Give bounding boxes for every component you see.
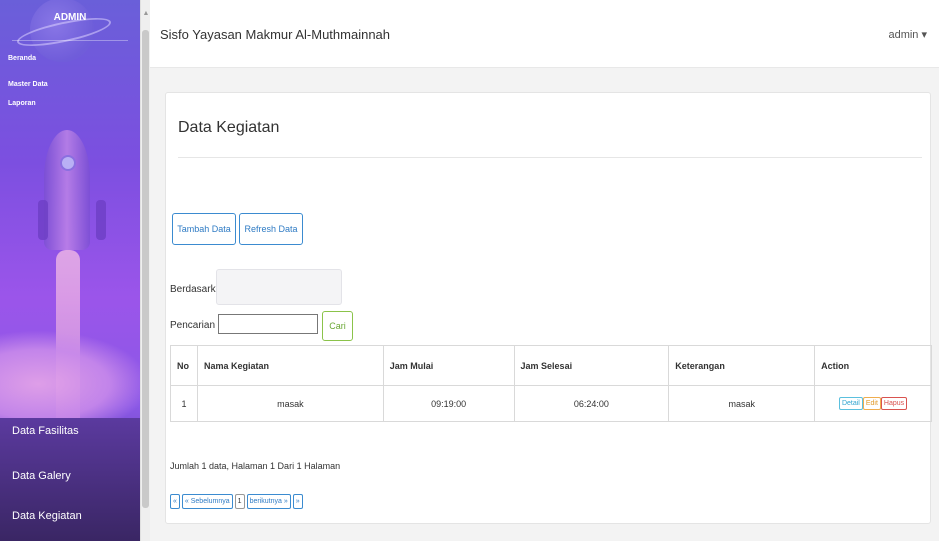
delete-button[interactable]: Hapus (880, 397, 908, 410)
current-page-indicator[interactable]: 1 (234, 494, 245, 509)
scrollbar-thumb[interactable] (142, 30, 149, 508)
sidebar-scrollbar[interactable]: ▲ (140, 0, 150, 541)
rocket-fin-illustration (38, 200, 48, 240)
cell-keterangan: masak (668, 385, 816, 422)
sidebar-item-data-kegiatan[interactable]: Data Kegiatan (12, 510, 82, 522)
pagination-summary: Jumlah 1 data, Halaman 1 Dari 1 Halaman (170, 461, 341, 471)
last-page-button[interactable]: » (292, 494, 303, 509)
search-input[interactable] (218, 314, 318, 334)
pagination: « « Sebelumnya 1 berikutnya » » (170, 494, 303, 509)
user-menu-dropdown[interactable]: admin ▾ (888, 28, 927, 41)
title-divider (178, 157, 922, 158)
content-card: Data Kegiatan Tambah Data Refresh Data B… (165, 92, 932, 524)
rocket-fin-illustration (96, 200, 106, 240)
app-title: Sisfo Yayasan Makmur Al-Muthmainnah (160, 27, 391, 42)
search-label: Pencarian : (170, 320, 221, 331)
column-header: Keterangan (668, 345, 816, 386)
cloud-illustration (0, 330, 140, 420)
page-title: Data Kegiatan (178, 119, 280, 136)
sidebar-item-data-fasilitas[interactable]: Data Fasilitas (12, 425, 79, 437)
rocket-illustration (44, 130, 90, 250)
sidebar-item-data-galery[interactable]: Data Galery (12, 470, 71, 482)
table-header-row: No Nama Kegiatan Jam Mulai Jam Selesai K… (170, 345, 932, 386)
edit-button[interactable]: Edit (862, 397, 881, 410)
scroll-up-arrow-icon[interactable]: ▲ (142, 10, 150, 17)
sidebar-divider (12, 40, 128, 41)
sidebar: ADMIN Beranda Master Data Laporan Data F… (0, 0, 140, 541)
column-header: Action (814, 345, 932, 386)
detail-button[interactable]: Detail (838, 397, 863, 410)
search-button[interactable]: Cari (322, 311, 353, 341)
column-header: No (170, 345, 198, 386)
column-header: Nama Kegiatan (196, 345, 384, 386)
rocket-window-illustration (60, 155, 76, 171)
table-row: 1 masak 09:19:00 06:24:00 masak Detail Ed… (170, 385, 932, 422)
cell-no: 1 (170, 385, 198, 422)
filter-by-select[interactable] (216, 269, 342, 305)
sidebar-item-master-data[interactable]: Master Data (8, 81, 48, 88)
cell-nama-kegiatan: masak (196, 385, 384, 422)
cell-jam-selesai: 06:24:00 (513, 385, 670, 422)
column-header: Jam Selesai (513, 345, 670, 386)
sidebar-item-laporan[interactable]: Laporan (8, 100, 36, 107)
sidebar-title: ADMIN (53, 12, 87, 23)
cell-action: Detail Edit Hapus (814, 385, 932, 422)
cell-jam-mulai: 09:19:00 (382, 385, 515, 422)
first-page-button[interactable]: « (170, 494, 180, 509)
add-data-button[interactable]: Tambah Data (172, 213, 236, 245)
refresh-data-button[interactable]: Refresh Data (239, 213, 303, 245)
sidebar-item-beranda[interactable]: Beranda (8, 55, 36, 62)
column-header: Jam Mulai (382, 345, 515, 386)
next-page-button[interactable]: berikutnya » (246, 494, 291, 509)
previous-page-button[interactable]: « Sebelumnya (181, 494, 233, 509)
top-header: Sisfo Yayasan Makmur Al-Muthmainnah admi… (150, 0, 939, 68)
data-table: No Nama Kegiatan Jam Mulai Jam Selesai K… (170, 345, 932, 422)
